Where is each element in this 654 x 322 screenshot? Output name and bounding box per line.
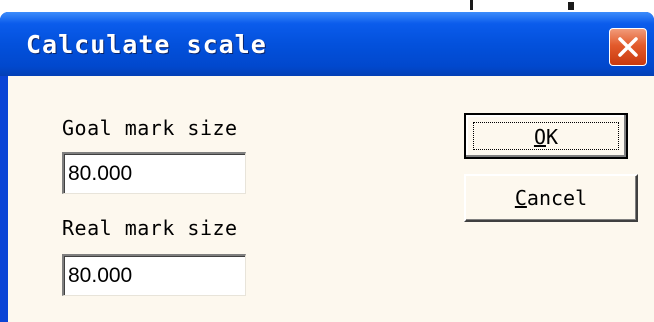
- dialog-title: Calculate scale: [26, 30, 267, 59]
- background-mark: [568, 2, 574, 10]
- cancel-button[interactable]: Cancel: [464, 174, 638, 222]
- cancel-mnemonic: C: [514, 186, 527, 210]
- ok-button[interactable]: OK: [464, 113, 628, 159]
- real-mark-size-label: Real mark size: [62, 216, 238, 240]
- background-window-strip: [0, 0, 654, 12]
- real-mark-size-input[interactable]: [62, 254, 246, 296]
- goal-mark-size-label: Goal mark size: [62, 116, 238, 140]
- ok-mnemonic: O: [533, 125, 546, 149]
- goal-mark-size-input[interactable]: [62, 152, 246, 194]
- cancel-button-label: Cancel: [466, 186, 636, 210]
- ok-label-rest: K: [546, 125, 559, 149]
- calculate-scale-dialog: Calculate scale Goal mark size Real mark…: [0, 12, 654, 322]
- title-bar[interactable]: Calculate scale: [0, 12, 654, 76]
- cancel-label-rest: ancel: [526, 186, 588, 210]
- close-button[interactable]: [609, 28, 647, 66]
- background-mark: [470, 0, 473, 10]
- dialog-client-area: Goal mark size Real mark size OK Cancel: [8, 76, 654, 322]
- ok-button-label: OK: [466, 125, 626, 149]
- close-icon: [618, 37, 638, 57]
